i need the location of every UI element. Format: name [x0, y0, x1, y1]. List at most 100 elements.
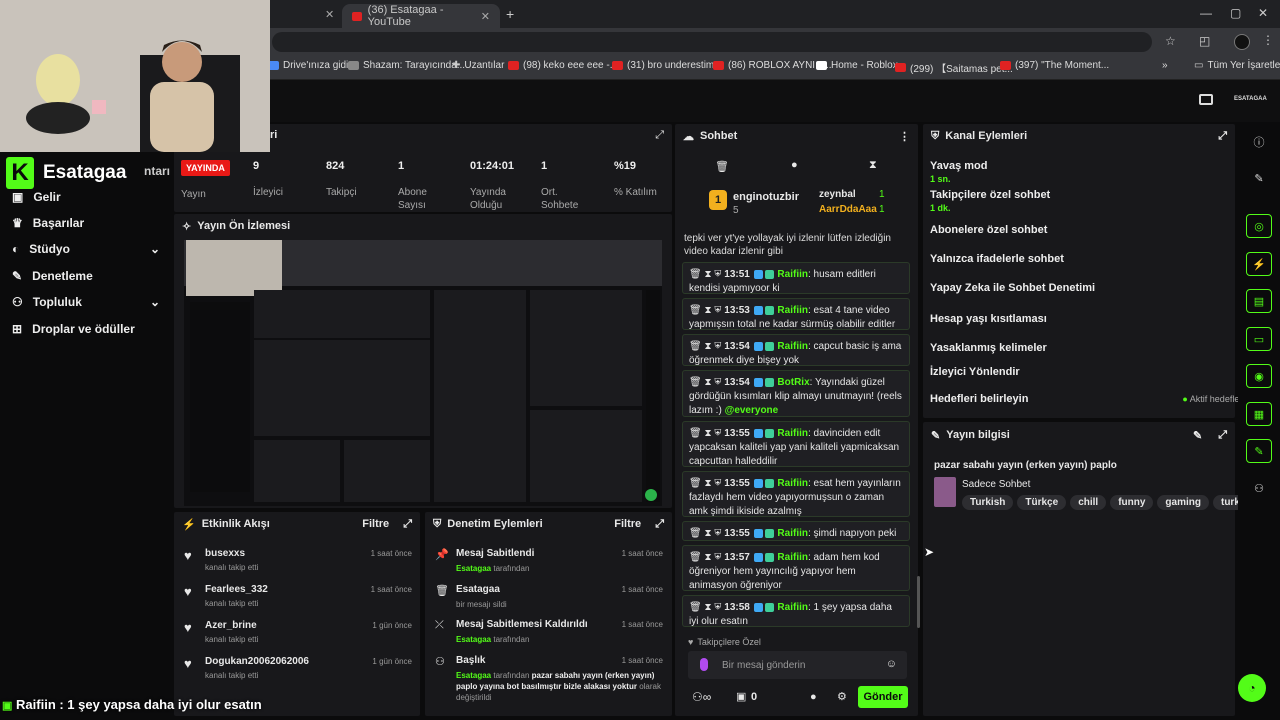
bookmark[interactable]: (397) "The Moment...	[1000, 60, 1109, 71]
screen-icon[interactable]	[1199, 94, 1213, 105]
chat-message[interactable]: 🗑 ⧗ ⛨ 13:54 BotRix: Yayındaki güzel görd…	[682, 370, 910, 417]
chat-username[interactable]: Raifiin	[777, 478, 808, 489]
info-icon[interactable]: ⓘ	[1246, 130, 1272, 154]
wrench-icon[interactable]: ✎	[1246, 439, 1272, 463]
activity-user[interactable]: Dogukan20062062006	[205, 656, 309, 667]
stream-preview-video[interactable]	[184, 240, 662, 506]
sidebar-item-studyo[interactable]: ◐ Stüdyo ⌄	[12, 242, 160, 256]
tag[interactable]: chill	[1070, 495, 1107, 510]
followers-only-row[interactable]: Takipçilere özel sohbet1 dk.›	[930, 189, 1266, 213]
chat-message[interactable]: 🗑 ⧗ ⛨ 13:58 Raifiin: 1 şey yapsa daha iy…	[682, 595, 910, 627]
filter-button[interactable]: Filtre	[614, 518, 641, 530]
ai-moderation-row[interactable]: Yapay Zeka ile Sohbet Denetimi↗	[930, 282, 1266, 294]
chat-username[interactable]: Raifiin	[777, 528, 808, 539]
delete-icon[interactable]: 🗑	[689, 478, 702, 489]
hourglass-icon[interactable]: ⧗	[869, 159, 877, 172]
mod-actor[interactable]: Esatagaa	[456, 635, 491, 644]
timeout-icon[interactable]: ⧗	[704, 528, 711, 539]
ban-icon[interactable]: ⛨	[714, 528, 721, 539]
trash-icon[interactable]: 🗑	[715, 160, 729, 173]
chat-settings-icon[interactable]: ●	[810, 691, 817, 703]
ban-icon[interactable]: ⛨	[714, 552, 721, 563]
delete-icon[interactable]: 🗑	[689, 528, 702, 539]
delete-icon[interactable]: 🗑	[689, 602, 702, 613]
pencil-icon[interactable]: ✎	[1246, 166, 1272, 190]
activity-user[interactable]: Fearlees_332	[205, 584, 268, 595]
tool-icon[interactable]: ◎	[1246, 214, 1272, 238]
document-icon[interactable]: ▤	[1246, 289, 1272, 313]
tag[interactable]: Türkçe	[1017, 495, 1067, 510]
chat-message[interactable]: 🗑 ⧗ ⛨ 13:54 Raifiin: capcut basic iş ama…	[682, 334, 910, 366]
sidebar-item-basarilar[interactable]: ♛ Başarılar	[12, 216, 84, 230]
new-tab-button[interactable]: +	[506, 6, 514, 22]
bookmark[interactable]: Drive'ınıza gidin	[268, 60, 354, 71]
expand-icon[interactable]: ⤢	[403, 518, 412, 531]
tab-close-icon[interactable]: ✕	[325, 8, 334, 21]
tag[interactable]: gaming	[1157, 495, 1209, 510]
bookmark[interactable]: (31) bro underestim...	[612, 60, 723, 71]
ban-icon[interactable]: ⛨	[714, 341, 721, 352]
bookmark[interactable]: (86) ROBLOX AYNI P...	[713, 60, 832, 71]
bookmark[interactable]: ✚ Uzantılar	[452, 60, 504, 71]
chat-message[interactable]: 🗑 ⧗ ⛨ 13:57 Raifiin: adam hem kod öğreni…	[682, 545, 910, 591]
emote-only-row[interactable]: Yalnızca ifadelerle sohbet	[930, 253, 1266, 265]
edit-icon[interactable]: ✎	[1193, 429, 1202, 442]
timeout-icon[interactable]: ⧗	[704, 428, 711, 439]
close-window-icon[interactable]: ✕	[1258, 6, 1268, 20]
filter-button[interactable]: Filtre	[362, 518, 389, 530]
chat-username[interactable]: Raifiin	[777, 428, 808, 439]
activity-user[interactable]: busexxs	[205, 548, 245, 559]
all-bookmarks[interactable]: ▭ Tüm Yer İşaretleri	[1194, 60, 1280, 71]
ban-icon[interactable]: ⛨	[714, 602, 721, 613]
chat-message[interactable]: 🗑 ⧗ ⛨ 13:51 Raifiin: husam editleri kend…	[682, 262, 910, 294]
bookmark[interactable]: (299) 【Saitamas pet...	[895, 60, 1013, 75]
tab-youtube[interactable]: (36) Esatagaa - YouTube ✕	[342, 4, 500, 28]
expand-icon[interactable]: ⤢	[1218, 130, 1227, 143]
users-icon[interactable]: ⚇	[1246, 476, 1272, 500]
account-age-row[interactable]: Hesap yaşı kısıtlaması›	[930, 311, 1266, 327]
redirect-viewers-row[interactable]: İzleyici Yönlendir	[930, 366, 1266, 378]
expand-icon[interactable]: ⤢	[655, 518, 664, 531]
activity-user[interactable]: Azer_brine	[205, 620, 257, 631]
sidebar-item-gelir[interactable]: ▣ Gelir	[12, 190, 61, 204]
expand-icon[interactable]: ⤢	[1218, 429, 1227, 442]
chat-input[interactable]: Bir mesaj gönderin ☺	[688, 651, 907, 679]
timeout-icon[interactable]: ⧗	[704, 602, 711, 613]
ban-icon[interactable]: ⛨	[714, 428, 721, 439]
chat-message[interactable]: 🗑 ⧗ ⛨ 13:53 Raifiin: esat 4 tane video y…	[682, 298, 910, 344]
mod-actor[interactable]: Esatagaa	[456, 564, 491, 573]
timeout-icon[interactable]: ⧗	[704, 305, 711, 316]
category-name[interactable]: Sadece Sohbet	[962, 479, 1030, 490]
delete-icon[interactable]: 🗑	[689, 552, 702, 563]
delete-icon[interactable]: 🗑	[689, 341, 702, 352]
gear-icon[interactable]: ⚙	[837, 690, 847, 703]
bookmark[interactable]: (98) keko eee eee -...	[508, 60, 618, 71]
chat-username[interactable]: Raifiin	[777, 305, 808, 316]
kick-logo[interactable]: K	[6, 157, 34, 189]
extensions-icon[interactable]: ◰	[1199, 34, 1210, 48]
chat-username[interactable]: Raifiin	[777, 602, 808, 613]
tag[interactable]: Turkish	[962, 495, 1014, 510]
infinity-icon[interactable]: ⚇∞	[692, 690, 711, 704]
minimize-icon[interactable]: —	[1200, 6, 1212, 20]
layout-icon[interactable]: ▦	[1246, 402, 1272, 426]
chat-username[interactable]: Raifiin	[777, 341, 808, 352]
ban-icon[interactable]: ⛨	[714, 377, 721, 388]
subscribers-only-row[interactable]: Abonelere özel sohbet	[930, 224, 1266, 236]
bookmark[interactable]: Home - Roblox	[816, 60, 898, 71]
profile-avatar[interactable]	[1234, 34, 1250, 50]
tag[interactable]: funny	[1110, 495, 1154, 510]
goals-row[interactable]: Hedefleri belirleyin ● Aktif hedefler - 2…	[930, 391, 1266, 407]
timeout-icon[interactable]: ⧗	[704, 552, 711, 563]
timeout-icon[interactable]: ⧗	[704, 341, 711, 352]
chat-scrollbar[interactable]	[917, 576, 920, 628]
channel-short-name[interactable]: ESATAGAA	[1234, 96, 1267, 102]
timeout-icon[interactable]: ⧗	[704, 269, 711, 280]
sidebar-item-droplar[interactable]: ⊞ Droplar ve ödüller	[12, 322, 135, 336]
chat-username[interactable]: Raifiin	[777, 552, 808, 563]
menu-dots-icon[interactable]: ⋮	[1262, 33, 1274, 47]
timeout-icon[interactable]: ⧗	[704, 478, 711, 489]
send-button[interactable]: Gönder	[858, 686, 908, 708]
chat-username[interactable]: Raifiin	[777, 269, 808, 280]
emoji-icon[interactable]: ☺	[886, 658, 897, 670]
